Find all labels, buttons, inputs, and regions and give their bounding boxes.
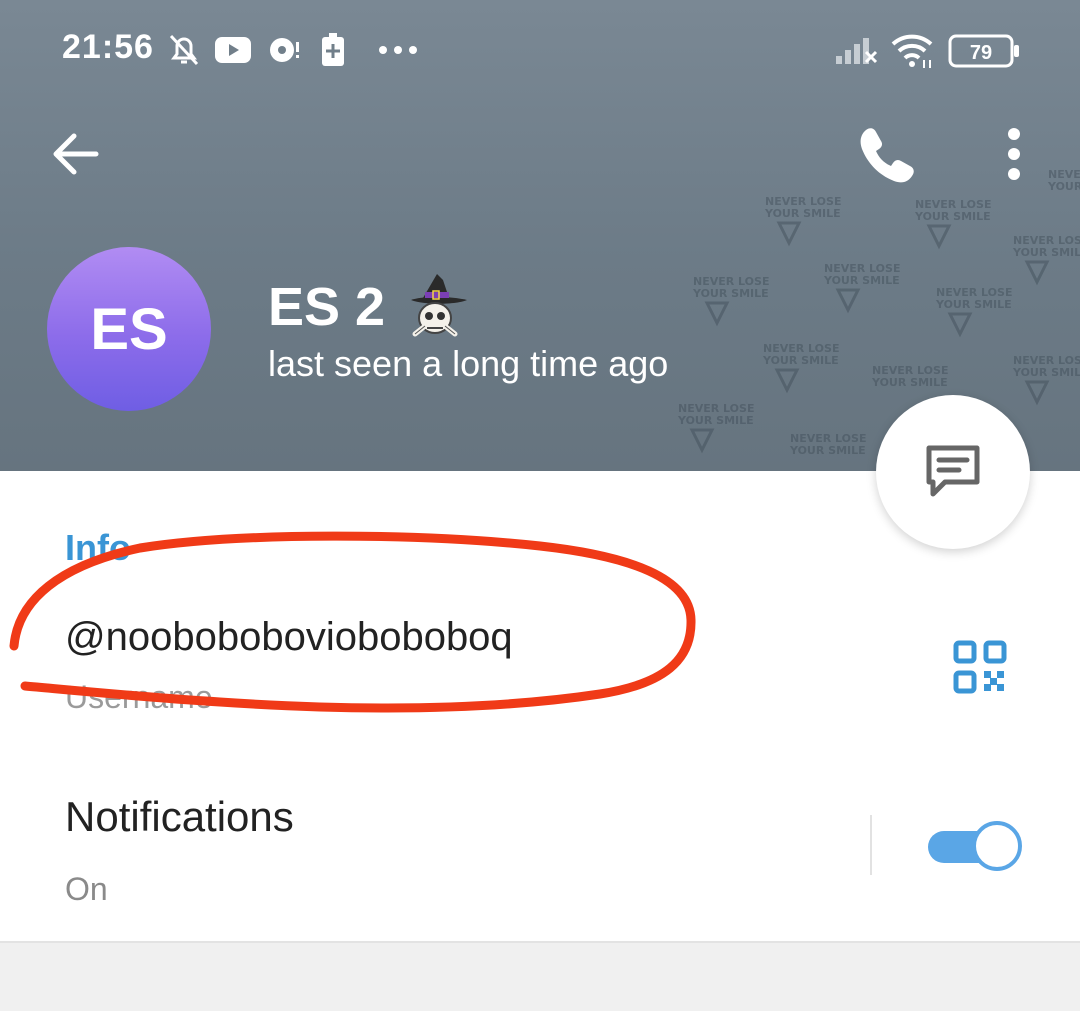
message-icon: [926, 445, 980, 497]
phone-icon: [860, 128, 914, 183]
more-vertical-icon: [1008, 128, 1020, 180]
svg-text:YOUR SMILE: YOUR SMILE: [692, 287, 769, 300]
svg-text:YOUR SMILE: YOUR SMILE: [762, 354, 839, 367]
notifications-toggle[interactable]: [928, 821, 1022, 871]
more-options-button[interactable]: [990, 118, 1038, 190]
svg-text:YOUR SMILE: YOUR SMILE: [871, 376, 948, 389]
notifications-title[interactable]: Notifications: [65, 793, 294, 841]
profile-name-row: ES 2: [268, 272, 469, 342]
info-section-title: Info: [65, 527, 131, 568]
status-bar: 21:56 79: [0, 0, 1080, 100]
battery-saver-icon: [322, 33, 344, 66]
username-value[interactable]: @noobobobovioboboboq: [65, 615, 513, 660]
svg-text:YOUR SMILE: YOUR SMILE: [1012, 366, 1080, 379]
message-button[interactable]: [876, 395, 1030, 549]
svg-text:YOUR SMILE: YOUR SMILE: [677, 414, 754, 427]
svg-text:YOUR SMILE: YOUR SMILE: [914, 210, 991, 223]
svg-text:YOUR SMILE: YOUR SMILE: [1047, 180, 1080, 193]
signal-icon: [836, 38, 878, 64]
back-button[interactable]: [40, 118, 112, 190]
avatar-initials: ES: [90, 296, 168, 362]
profile-header: NEVER LOSE YOUR SMILE NEVER LOSE YOUR SMIL…: [0, 0, 1080, 472]
status-time: 21:56: [62, 28, 154, 66]
qr-code-button[interactable]: [950, 637, 1010, 697]
avatar[interactable]: ES: [47, 247, 211, 411]
wifi-icon: [891, 34, 933, 68]
toggle-knob: [972, 821, 1022, 871]
call-button[interactable]: [846, 116, 918, 188]
arrow-left-icon: [53, 133, 99, 175]
pattern-text-2: YOUR SMILE: [764, 207, 841, 220]
battery-icon: 79: [948, 34, 1019, 68]
last-seen-status: last seen a long time ago: [268, 343, 669, 384]
tape-recorder-icon: [270, 38, 299, 62]
youtube-icon: [215, 37, 251, 63]
more-dots-icon: [379, 46, 417, 54]
svg-text:YOUR SMILE: YOUR SMILE: [823, 274, 900, 287]
svg-text:YOUR SMILE: YOUR SMILE: [935, 298, 1012, 311]
witch-skull-emoji-icon: [411, 274, 468, 337]
svg-text:YOUR SMILE: YOUR SMILE: [789, 444, 866, 457]
info-card: Info @noobobobovioboboboq Username Notif…: [0, 471, 1080, 943]
username-label: Username: [65, 679, 213, 715]
vertical-divider: [870, 815, 872, 875]
svg-text:YOUR SMILE: YOUR SMILE: [1012, 246, 1080, 259]
notifications-status: On: [65, 871, 108, 907]
profile-name: ES 2: [268, 277, 386, 337]
battery-level: 79: [970, 42, 992, 64]
bell-off-icon: [169, 34, 199, 66]
